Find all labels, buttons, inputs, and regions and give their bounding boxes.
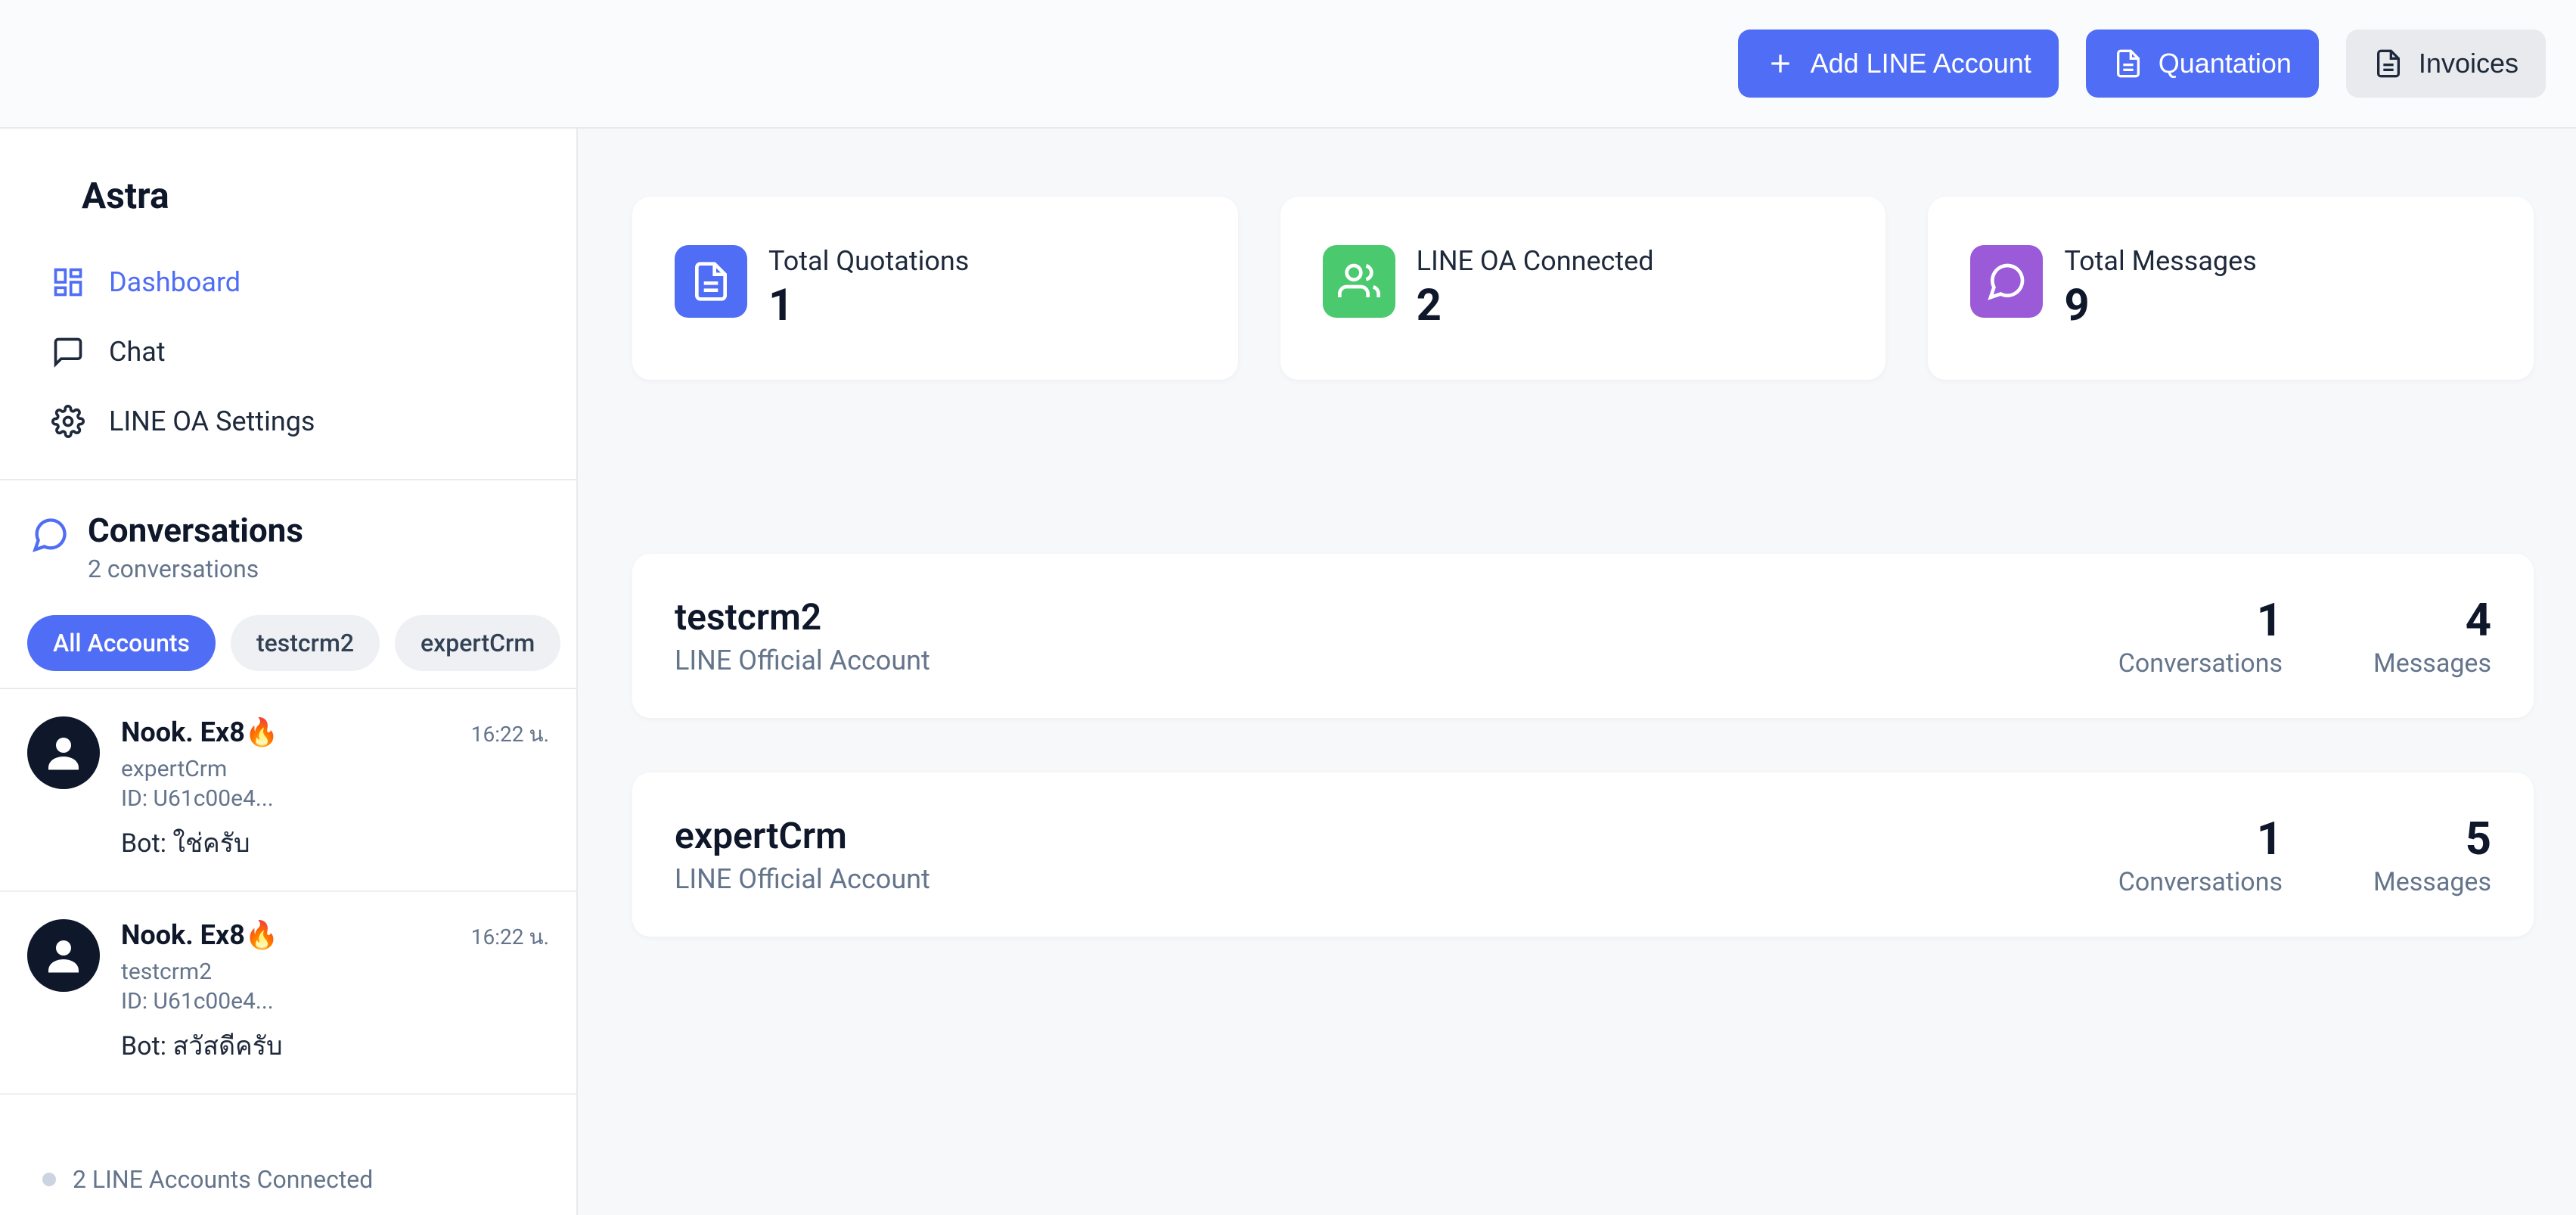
conversation-account: expertCrm xyxy=(121,756,549,782)
conversations-header: Conversations 2 conversations xyxy=(0,479,576,604)
filter-testcrm2[interactable]: testcrm2 xyxy=(231,615,380,671)
account-conversations-label: Conversations xyxy=(2118,648,2283,679)
conversation-message: Bot: ใช่ครับ xyxy=(121,822,549,863)
stat-label: Total Quotations xyxy=(768,245,969,277)
user-icon xyxy=(41,933,86,978)
account-filters: All Accounts testcrm2 expertCrm xyxy=(0,604,576,689)
conversation-name: Nook. Ex8🔥 xyxy=(121,716,279,748)
account-name: expertCrm xyxy=(675,814,2118,857)
account-name: testcrm2 xyxy=(675,595,2118,639)
status-text: 2 LINE Accounts Connected xyxy=(73,1165,373,1194)
stat-label: Total Messages xyxy=(2064,245,2256,277)
nav-settings-label: LINE OA Settings xyxy=(109,406,315,437)
conversation-name: Nook. Ex8🔥 xyxy=(121,919,279,951)
filter-expertcrm[interactable]: expertCrm xyxy=(395,615,560,671)
conversation-message: Bot: สวัสดีครับ xyxy=(121,1025,549,1066)
gear-icon xyxy=(51,405,85,438)
chat-icon xyxy=(51,335,85,368)
dashboard-icon xyxy=(51,266,85,299)
stat-label: LINE OA Connected xyxy=(1417,245,1654,277)
conversation-item[interactable]: Nook. Ex8🔥 16:22 น. expertCrm ID: U61c00… xyxy=(0,689,576,892)
sidebar: Astra Dashboard Chat LINE OA Settings Co… xyxy=(0,129,578,1215)
filter-all-accounts[interactable]: All Accounts xyxy=(27,615,216,671)
file-icon xyxy=(675,245,747,318)
account-messages-value: 4 xyxy=(2373,593,2491,647)
stat-value: 1 xyxy=(768,280,969,331)
account-conversations-value: 1 xyxy=(2118,812,2283,865)
account-messages-value: 5 xyxy=(2373,812,2491,865)
file-icon xyxy=(2373,48,2404,79)
brand-title: Astra xyxy=(0,129,576,247)
main-content: Total Quotations 1 LINE OA Connected 2 xyxy=(578,129,2576,1215)
add-line-label: Add LINE Account xyxy=(1811,48,2031,79)
conversations-list: Nook. Ex8🔥 16:22 น. expertCrm ID: U61c00… xyxy=(0,689,576,1215)
stat-value: 9 xyxy=(2064,280,2256,331)
account-messages-label: Messages xyxy=(2373,648,2491,679)
nav-chat-label: Chat xyxy=(109,336,166,368)
account-card[interactable]: testcrm2 LINE Official Account 1 Convers… xyxy=(632,554,2534,718)
status-dot-icon xyxy=(42,1173,56,1186)
nav-chat[interactable]: Chat xyxy=(51,317,546,387)
conversation-id: ID: U61c00e4... xyxy=(121,988,549,1015)
nav-dashboard-label: Dashboard xyxy=(109,266,241,298)
conversation-account: testcrm2 xyxy=(121,959,549,985)
invoices-button[interactable]: Invoices xyxy=(2346,30,2546,98)
top-bar: Add LINE Account Quantation Invoices xyxy=(0,0,2576,129)
conversation-time: 16:22 น. xyxy=(471,921,549,954)
account-card[interactable]: expertCrm LINE Official Account 1 Conver… xyxy=(632,772,2534,937)
conversation-item[interactable]: Nook. Ex8🔥 16:22 น. testcrm2 ID: U61c00e… xyxy=(0,892,576,1095)
stat-line-connected: LINE OA Connected 2 xyxy=(1280,197,1886,380)
account-conversations-value: 1 xyxy=(2118,593,2283,647)
conversations-icon xyxy=(30,515,70,555)
users-icon xyxy=(1323,245,1395,318)
nav-settings[interactable]: LINE OA Settings xyxy=(51,387,546,456)
primary-nav: Dashboard Chat LINE OA Settings xyxy=(0,247,576,479)
conversations-subtitle: 2 conversations xyxy=(88,555,303,583)
stat-total-messages: Total Messages 9 xyxy=(1928,197,2534,380)
account-subtitle: LINE Official Account xyxy=(675,863,2118,895)
conversations-title: Conversations xyxy=(88,511,303,550)
chat-bubble-icon xyxy=(1970,245,2043,318)
conversation-id: ID: U61c00e4... xyxy=(121,785,549,812)
account-subtitle: LINE Official Account xyxy=(675,645,2118,676)
stat-value: 2 xyxy=(1417,280,1654,331)
status-bar: 2 LINE Accounts Connected xyxy=(0,1144,576,1215)
conversation-time: 16:22 น. xyxy=(471,718,549,751)
accounts-list: testcrm2 LINE Official Account 1 Convers… xyxy=(632,554,2534,937)
file-text-icon xyxy=(2113,48,2143,79)
quotation-button[interactable]: Quantation xyxy=(2086,30,2319,98)
stat-total-quotations: Total Quotations 1 xyxy=(632,197,1238,380)
account-messages-label: Messages xyxy=(2373,867,2491,897)
plus-icon xyxy=(1765,48,1795,79)
invoices-label: Invoices xyxy=(2419,48,2519,79)
avatar xyxy=(27,919,100,992)
quotation-label: Quantation xyxy=(2159,48,2292,79)
avatar xyxy=(27,716,100,789)
nav-dashboard[interactable]: Dashboard xyxy=(51,247,546,317)
user-icon xyxy=(41,730,86,775)
add-line-account-button[interactable]: Add LINE Account xyxy=(1738,30,2059,98)
stats-row: Total Quotations 1 LINE OA Connected 2 xyxy=(632,197,2534,380)
account-conversations-label: Conversations xyxy=(2118,867,2283,897)
